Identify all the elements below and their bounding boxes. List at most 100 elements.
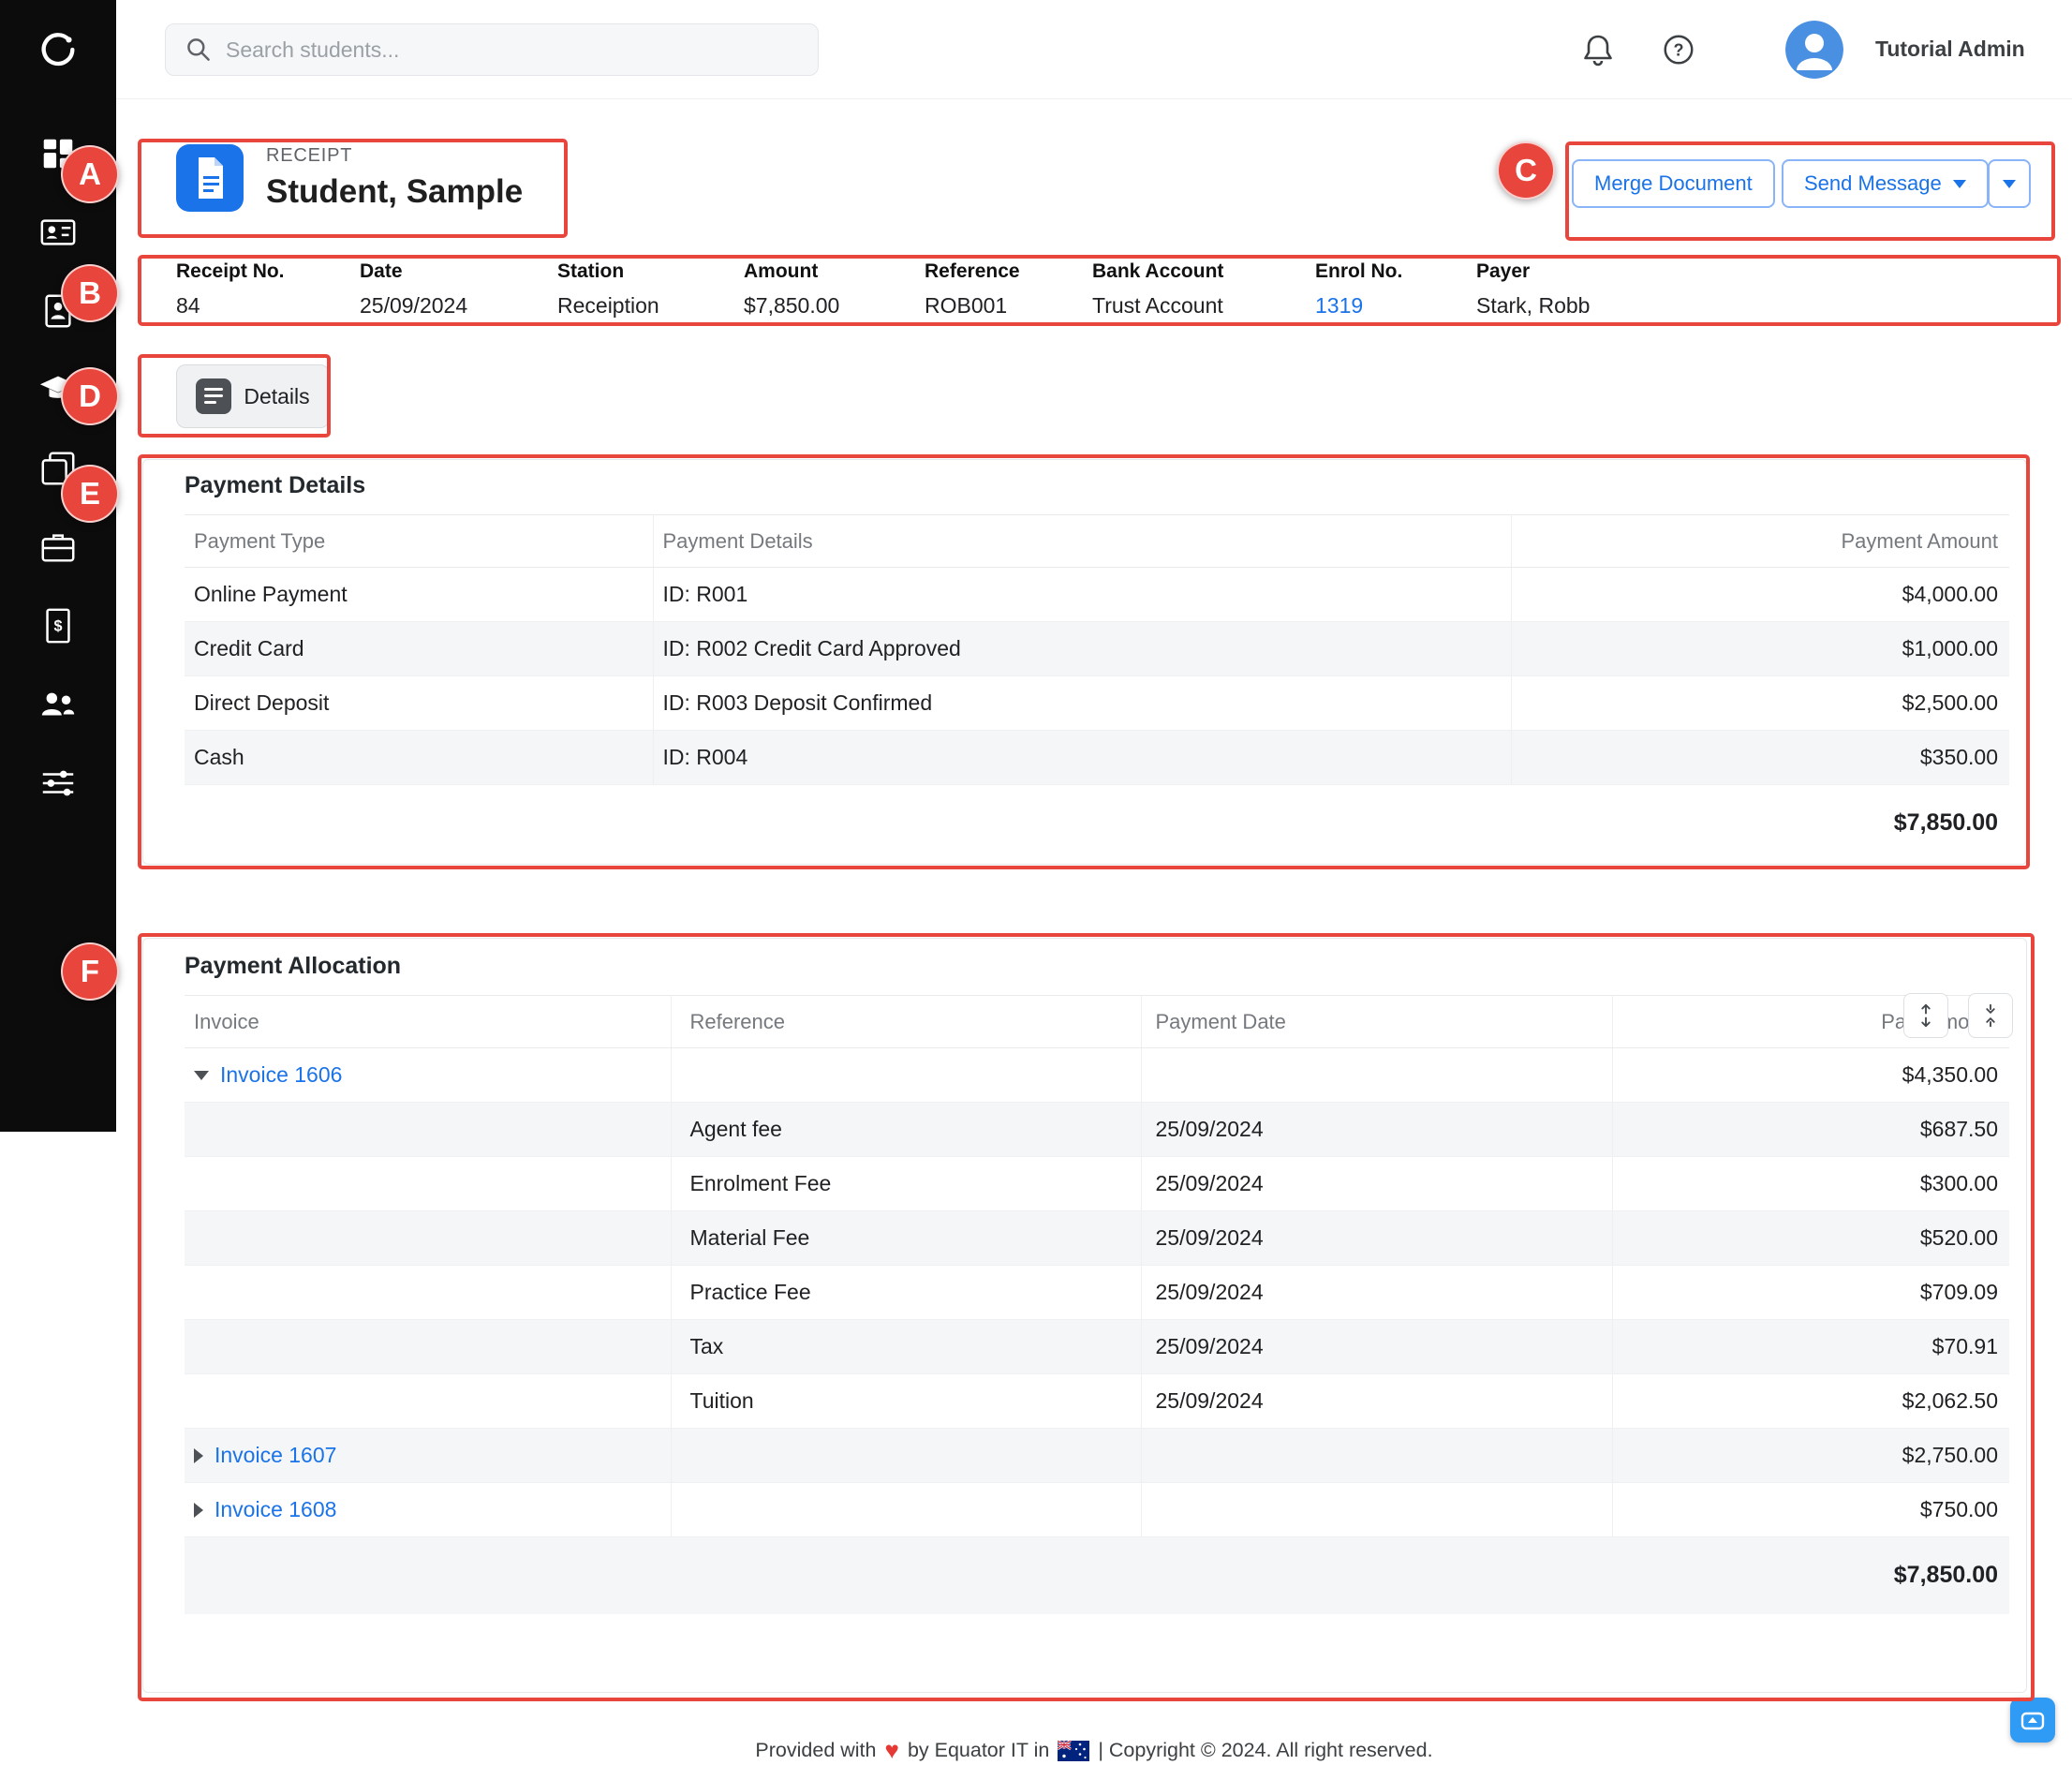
chat-launch-icon — [2019, 1706, 2047, 1734]
chevron-down-icon — [2003, 180, 2016, 188]
user-avatar[interactable] — [1785, 21, 1843, 79]
field-label: Receipt No. — [176, 260, 285, 283]
allocation-item-row: Tax 25/09/2024 $70.91 — [185, 1320, 2009, 1374]
enrol-number-link[interactable]: 1319 — [1315, 293, 1402, 319]
invoice-paid-amount: $2,750.00 — [1612, 1429, 2009, 1483]
cards-icon — [38, 449, 78, 488]
sidebar-item-courses[interactable] — [37, 369, 79, 410]
search-input[interactable] — [226, 37, 799, 63]
notifications-button[interactable] — [1577, 29, 1619, 70]
table-header-row: Invoice Reference Payment Date Paid Amou… — [185, 996, 2009, 1048]
table-row: Online Payment ID: R001 $4,000.00 — [185, 568, 2009, 622]
annotation-marker-c: C — [1497, 141, 1555, 200]
invoice-1607-link[interactable]: Invoice 1607 — [215, 1443, 336, 1468]
more-actions-button[interactable] — [1988, 159, 2031, 208]
merge-document-button[interactable]: Merge Document — [1572, 159, 1775, 208]
field-label: Bank Account — [1092, 260, 1223, 283]
svg-text:?: ? — [1673, 41, 1683, 60]
column-header-payment-details: Payment Details — [653, 515, 1511, 568]
payment-details-cell: ID: R002 Credit Card Approved — [653, 622, 1511, 676]
table-row: Cash ID: R004 $350.00 — [185, 731, 2009, 785]
invoice-1608-link[interactable]: Invoice 1608 — [215, 1497, 336, 1522]
sliders-icon — [38, 764, 78, 803]
payment-allocation-card: Payment Allocation Invoice Reference Pay… — [142, 938, 2027, 1693]
allocation-reference: Tuition — [671, 1374, 1141, 1429]
page-title: Student, Sample — [266, 173, 523, 211]
footer-text-1: Provided with — [755, 1739, 876, 1762]
payment-details-cell: ID: R001 — [653, 568, 1511, 622]
allocation-date: 25/09/2024 — [1141, 1320, 1612, 1374]
field-value: 84 — [176, 293, 285, 319]
payment-type-cell: Cash — [185, 731, 653, 785]
app-logo[interactable] — [0, 0, 116, 99]
column-header-payment-type: Payment Type — [185, 515, 653, 568]
field-label: Amount — [744, 260, 839, 283]
search-bar[interactable] — [165, 23, 819, 76]
record-type-label: RECEIPT — [266, 145, 523, 167]
payment-type-cell: Direct Deposit — [185, 676, 653, 731]
allocation-reference: Material Fee — [671, 1211, 1141, 1266]
invoice-1606-link[interactable]: Invoice 1606 — [220, 1062, 342, 1088]
tab-details[interactable]: Details — [176, 364, 330, 428]
sidebar-item-services[interactable] — [37, 527, 79, 568]
collapse-invoice-caret-icon[interactable] — [194, 1071, 209, 1080]
allocation-amount: $687.50 — [1612, 1103, 2009, 1157]
allocation-reference: Tax — [671, 1320, 1141, 1374]
table-row: Direct Deposit ID: R003 Deposit Confirme… — [185, 676, 2009, 731]
field-reference: Reference ROB001 — [925, 260, 1020, 319]
field-value: Trust Account — [1092, 293, 1223, 319]
contacts-icon — [38, 213, 78, 252]
graduation-cap-icon — [38, 370, 78, 409]
expand-rows-icon — [1912, 1001, 1940, 1030]
sidebar-item-agents[interactable] — [37, 684, 79, 725]
sidebar-item-students[interactable] — [37, 290, 79, 332]
field-value: ROB001 — [925, 293, 1020, 319]
total-row: $7,850.00 — [185, 1537, 2009, 1614]
allocation-item-row: Enrolment Fee 25/09/2024 $300.00 — [185, 1157, 2009, 1211]
sidebar-item-contacts[interactable] — [37, 212, 79, 253]
collapse-rows-icon — [1976, 1001, 2005, 1030]
person-icon — [1785, 21, 1843, 79]
footer-text-3: | Copyright © 2024. All right reserved. — [1098, 1739, 1432, 1762]
dashboard-icon — [38, 134, 78, 173]
allocation-amount: $70.91 — [1612, 1320, 2009, 1374]
field-bank-account: Bank Account Trust Account — [1092, 260, 1223, 319]
chat-widget-button[interactable] — [2010, 1698, 2055, 1743]
allocation-item-row: Material Fee 25/09/2024 $520.00 — [185, 1211, 2009, 1266]
sidebar-item-cards[interactable] — [37, 448, 79, 489]
sidebar-nav: $ — [0, 99, 116, 1132]
logo-icon — [37, 28, 80, 71]
allocation-amount: $2,062.50 — [1612, 1374, 2009, 1429]
allocation-amount: $520.00 — [1612, 1211, 2009, 1266]
expand-invoice-caret-icon[interactable] — [194, 1448, 203, 1463]
sidebar-item-finance[interactable]: $ — [37, 605, 79, 646]
collapse-all-button[interactable] — [1968, 993, 2013, 1038]
send-message-button[interactable]: Send Message — [1782, 159, 1989, 208]
payment-allocation-table: Invoice Reference Payment Date Paid Amou… — [185, 995, 2009, 1614]
field-value: $7,850.00 — [744, 293, 839, 319]
field-value: Stark, Robb — [1476, 293, 1590, 319]
field-enrol-no: Enrol No. 1319 — [1315, 260, 1402, 319]
column-header-payment-amount: Payment Amount — [1511, 515, 2009, 568]
allocation-reference: Enrolment Fee — [671, 1157, 1141, 1211]
allocation-date: 25/09/2024 — [1141, 1374, 1612, 1429]
field-amount: Amount $7,850.00 — [744, 260, 839, 319]
article-icon — [196, 378, 231, 414]
field-station: Station Receiption — [557, 260, 659, 319]
allocation-item-row: Practice Fee 25/09/2024 $709.09 — [185, 1266, 2009, 1320]
bell-icon — [1579, 31, 1617, 68]
payment-details-title: Payment Details — [185, 469, 2026, 501]
payment-allocation-total: $7,850.00 — [185, 1537, 2009, 1614]
expand-invoice-caret-icon[interactable] — [194, 1503, 203, 1518]
sidebar-item-settings[interactable] — [37, 763, 79, 804]
field-label: Reference — [925, 260, 1020, 283]
id-badge-icon — [38, 291, 78, 331]
help-button[interactable]: ? — [1658, 29, 1699, 70]
allocation-date: 25/09/2024 — [1141, 1211, 1612, 1266]
allocation-date: 25/09/2024 — [1141, 1266, 1612, 1320]
expand-all-button[interactable] — [1903, 993, 1948, 1038]
total-row: $7,850.00 — [185, 785, 2009, 862]
sidebar-item-dashboard[interactable] — [37, 133, 79, 174]
payment-type-cell: Credit Card — [185, 622, 653, 676]
field-label: Payer — [1476, 260, 1590, 283]
